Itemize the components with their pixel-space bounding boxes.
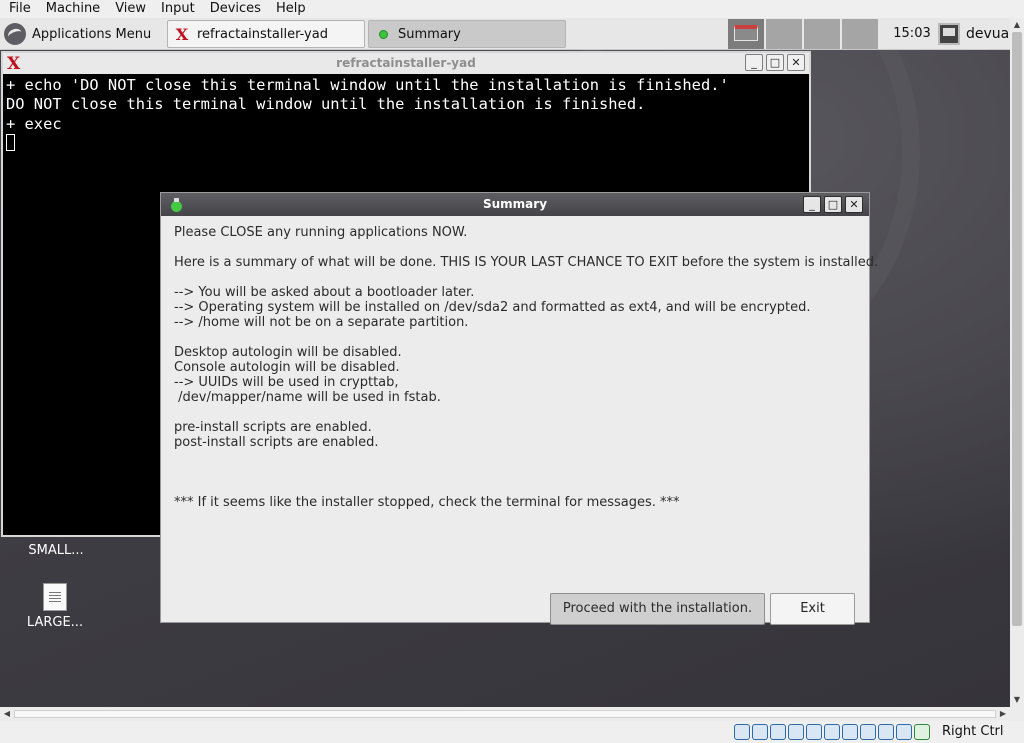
summary-line: --> UUIDs will be used in crypttab, (174, 375, 399, 390)
desktop-icon-large[interactable]: LARGE... (15, 583, 95, 630)
close-button[interactable]: ✕ (787, 54, 805, 71)
summary-line: *** If it seems like the installer stopp… (174, 495, 680, 510)
summary-text: Please CLOSE any running applications NO… (174, 225, 879, 510)
terminal-title: refractainstaller-yad (336, 56, 476, 70)
desktop-icon-label: SMALL... (28, 543, 84, 558)
summary-line: Console autologin will be disabled. (174, 360, 400, 375)
summary-line: Please CLOSE any running applications NO… (174, 225, 468, 240)
host-key-label: Right Ctrl (942, 724, 1004, 739)
top-panel: Applications Menu X refractainstaller-ya… (0, 18, 1010, 50)
status-indicators (734, 724, 930, 740)
vbox-statusbar: Right Ctrl (0, 721, 1024, 743)
taskbar-item-label: Summary (398, 26, 461, 42)
terminal-output[interactable]: + echo 'DO NOT close this terminal windo… (3, 74, 809, 153)
workspace-4[interactable] (842, 19, 880, 49)
close-button[interactable]: ✕ (845, 196, 863, 213)
scroll-left-arrow-icon[interactable]: ◀ (0, 707, 14, 721)
terminal-line: + echo 'DO NOT close this terminal windo… (6, 76, 729, 94)
mouse-integration-icon[interactable] (896, 724, 912, 740)
menu-devices[interactable]: Devices (201, 0, 267, 18)
terminal-titlebar[interactable]: X refractainstaller-yad _ □ ✕ (3, 53, 809, 74)
proceed-button[interactable]: Proceed with the installation. (550, 593, 765, 625)
applications-menu-label: Applications Menu (32, 26, 152, 42)
taskbar-item-terminal[interactable]: X refractainstaller-yad (167, 20, 365, 48)
maximize-button[interactable]: □ (824, 196, 842, 213)
workspace-1[interactable] (728, 19, 766, 49)
vbox-menubar: File Machine View Input Devices Help (0, 0, 1024, 18)
scroll-up-arrow-icon[interactable]: ▲ (1010, 18, 1024, 32)
window-thumbnail (734, 25, 758, 41)
scrollbar-thumb[interactable] (1012, 32, 1022, 626)
bulb-icon (374, 25, 392, 43)
scroll-down-arrow-icon[interactable]: ▼ (1010, 693, 1024, 707)
exit-button[interactable]: Exit (770, 593, 855, 625)
workspace-3[interactable] (804, 19, 842, 49)
summary-line: /dev/mapper/name will be used in fstab. (174, 390, 441, 405)
menu-file[interactable]: File (0, 0, 37, 18)
window-controls: _ □ ✕ (745, 54, 805, 71)
summary-titlebar[interactable]: Summary _ □ ✕ (161, 193, 869, 216)
display-icon[interactable] (842, 724, 858, 740)
summary-line: Desktop autologin will be disabled. (174, 345, 402, 360)
x-terminal-icon: X (175, 24, 189, 44)
menu-machine[interactable]: Machine (37, 0, 106, 18)
keyboard-capture-icon[interactable] (914, 724, 930, 740)
menu-input[interactable]: Input (152, 0, 201, 18)
summary-line: --> Operating system will be installed o… (174, 300, 811, 315)
menu-help[interactable]: Help (267, 0, 312, 18)
cpu-icon[interactable] (878, 724, 894, 740)
summary-title: Summary (482, 197, 548, 211)
summary-line: --> /home will not be on a separate part… (174, 315, 469, 330)
user-monitor-icon[interactable] (938, 23, 960, 45)
taskbar-item-summary[interactable]: Summary (368, 20, 566, 48)
taskbar-item-label: refractainstaller-yad (197, 26, 328, 42)
minimize-button[interactable]: _ (745, 54, 763, 71)
network-icon[interactable] (788, 724, 804, 740)
usb-icon[interactable] (806, 724, 822, 740)
window-controls: _ □ ✕ (803, 196, 863, 213)
maximize-button[interactable]: □ (766, 54, 784, 71)
devuan-logo-icon (4, 23, 26, 45)
summary-line: Here is a summary of what will be done. … (174, 255, 879, 270)
shared-folders-icon[interactable] (824, 724, 840, 740)
workspace-2[interactable] (766, 19, 804, 49)
panel-user-name[interactable]: devua (966, 18, 1009, 50)
optical-drive-icon[interactable] (752, 724, 768, 740)
audio-icon[interactable] (770, 724, 786, 740)
menu-view[interactable]: View (106, 0, 152, 18)
panel-clock[interactable]: 15:03 (886, 18, 938, 50)
summary-line: post-install scripts are enabled. (174, 435, 379, 450)
scrollbar-thumb[interactable] (14, 710, 996, 718)
minimize-button[interactable]: _ (803, 196, 821, 213)
hard-disk-icon[interactable] (734, 724, 750, 740)
summary-line: pre-install scripts are enabled. (174, 420, 372, 435)
terminal-cursor (6, 133, 15, 151)
guest-desktop: Applications Menu X refractainstaller-ya… (0, 18, 1010, 707)
summary-dialog[interactable]: Summary _ □ ✕ Please CLOSE any running a… (160, 192, 879, 625)
desktop-icon-small[interactable]: SMALL... (16, 543, 96, 558)
recording-icon[interactable] (860, 724, 876, 740)
applications-menu-button[interactable]: Applications Menu (0, 18, 160, 50)
text-file-icon (43, 583, 67, 611)
desktop-icon-label: LARGE... (26, 615, 84, 630)
terminal-line: DO NOT close this terminal window until … (6, 95, 646, 114)
horizontal-scrollbar[interactable]: ◀ ▶ (0, 707, 1010, 721)
workspace-switcher (728, 19, 880, 49)
terminal-line: + exec (6, 114, 62, 133)
vertical-scrollbar[interactable]: ▲ ▼ (1010, 18, 1024, 707)
scroll-corner (1010, 707, 1024, 721)
summary-line: --> You will be asked about a bootloader… (174, 285, 475, 300)
scroll-right-arrow-icon[interactable]: ▶ (996, 707, 1010, 721)
